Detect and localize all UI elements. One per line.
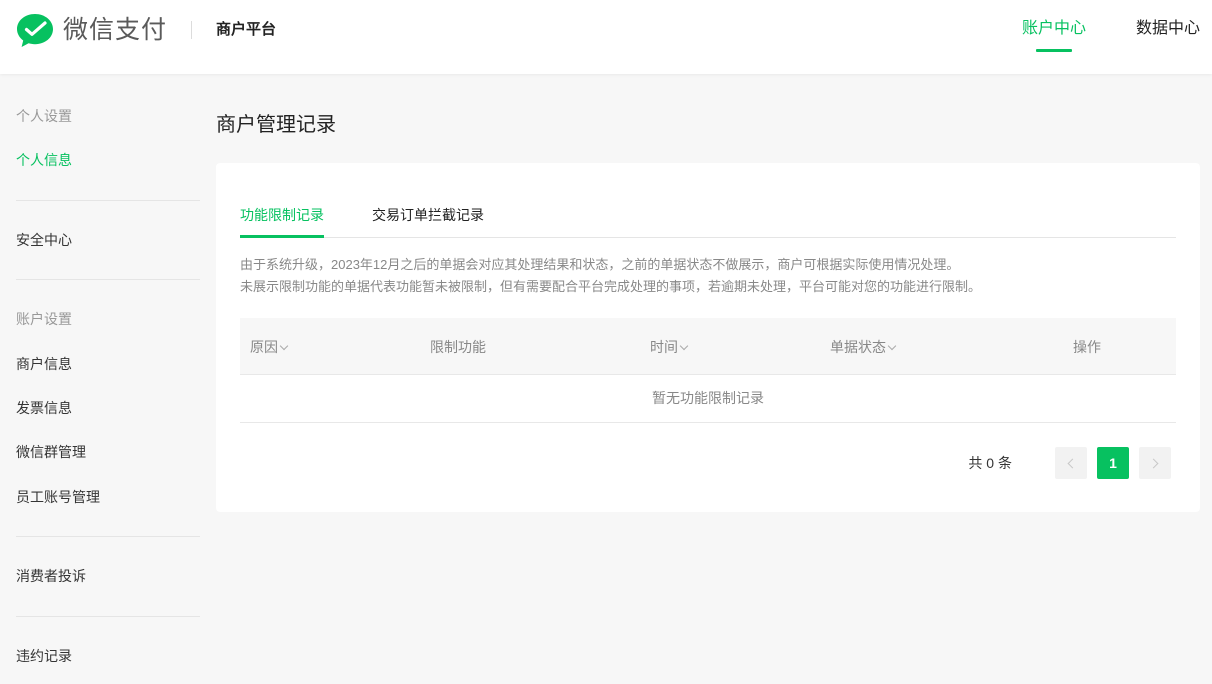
record-tabs: 功能限制记录 交易订单拦截记录	[240, 203, 1176, 238]
prev-page-button[interactable]	[1055, 447, 1087, 479]
notice-text: 由于系统升级，2023年12月之后的单据会对应其处理结果和状态，之前的单据状态不…	[240, 254, 981, 298]
records-card: 功能限制记录 交易订单拦截记录 由于系统升级，2023年12月之后的单据会对应其…	[216, 163, 1200, 512]
sidebar-divider	[16, 200, 200, 201]
sidebar-item-consumer-complaints[interactable]: 消费者投诉	[16, 566, 86, 586]
column-time-label: 时间	[650, 339, 678, 355]
next-page-button[interactable]	[1139, 447, 1171, 479]
column-actions: 操作	[1073, 339, 1101, 355]
sidebar-item-security-center[interactable]: 安全中心	[16, 230, 72, 250]
notice-line-1: 由于系统升级，2023年12月之后的单据会对应其处理结果和状态，之前的单据状态不…	[240, 257, 960, 272]
chevron-down-icon	[887, 341, 897, 351]
column-restricted-function: 限制功能	[430, 339, 486, 355]
column-status-label: 单据状态	[830, 339, 886, 355]
sidebar-item-personal-info[interactable]: 个人信息	[16, 150, 72, 170]
sidebar-item-wechat-group[interactable]: 微信群管理	[16, 442, 86, 462]
table-header: 原因 限制功能 时间 单据状态 操作	[240, 318, 1176, 375]
pagination-total: 共 0 条	[968, 455, 1012, 471]
page-title: 商户管理记录	[216, 114, 336, 136]
nav-data-center[interactable]: 数据中心	[1136, 18, 1200, 40]
sidebar-group-account-settings: 账户设置	[16, 311, 72, 327]
chevron-left-icon	[1067, 458, 1078, 468]
column-status[interactable]: 单据状态	[830, 337, 897, 357]
column-reason[interactable]: 原因	[250, 337, 289, 357]
chevron-down-icon	[279, 341, 289, 351]
chevron-right-icon	[1148, 458, 1159, 468]
sidebar-item-violation-records[interactable]: 违约记录	[16, 646, 72, 666]
sidebar-divider	[16, 616, 200, 617]
sidebar-group-personal-settings: 个人设置	[16, 108, 72, 124]
column-time[interactable]: 时间	[650, 337, 689, 357]
nav-active-underline	[1036, 49, 1072, 52]
sidebar-divider	[16, 536, 200, 537]
wechat-pay-logo-icon	[17, 14, 53, 47]
column-reason-label: 原因	[250, 339, 278, 355]
chevron-down-icon	[679, 341, 689, 351]
brand-name: 微信支付	[63, 16, 168, 44]
top-header: 微信支付 商户平台 账户中心 数据中心	[0, 0, 1212, 74]
brand-divider	[191, 21, 192, 39]
table-empty-row: 暂无功能限制记录	[240, 375, 1176, 423]
tab-order-interception[interactable]: 交易订单拦截记录	[372, 205, 484, 225]
page-number-button[interactable]: 1	[1097, 447, 1129, 479]
sidebar: 个人设置 个人信息 安全中心 账户设置 商户信息 发票信息 微信群管理 员工账号…	[0, 74, 200, 684]
nav-account-center[interactable]: 账户中心	[1022, 18, 1086, 40]
tab-function-restriction[interactable]: 功能限制记录	[240, 205, 324, 225]
sidebar-item-invoice-info[interactable]: 发票信息	[16, 398, 72, 418]
sidebar-item-merchant-info[interactable]: 商户信息	[16, 354, 72, 374]
sidebar-item-staff-accounts[interactable]: 员工账号管理	[16, 487, 100, 507]
tab-active-underline	[240, 235, 324, 238]
platform-name: 商户平台	[216, 21, 277, 38]
notice-line-2: 未展示限制功能的单据代表功能暂未被限制，但有需要配合平台完成处理的事项，若逾期未…	[240, 279, 982, 294]
sidebar-divider	[16, 279, 200, 280]
records-table: 原因 限制功能 时间 单据状态 操作 暂无功能限制记录	[240, 318, 1176, 423]
